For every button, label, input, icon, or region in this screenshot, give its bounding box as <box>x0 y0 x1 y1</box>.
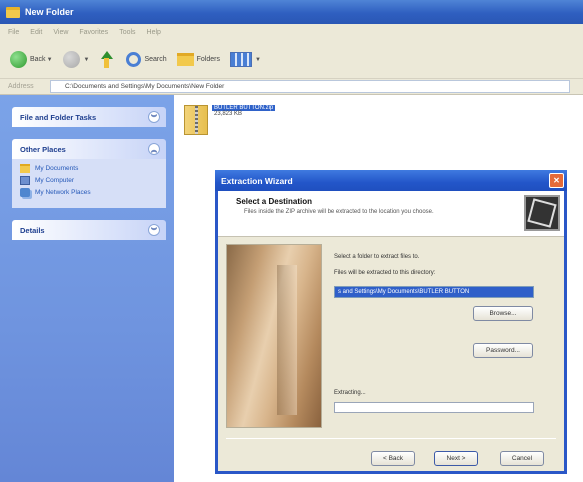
menu-help[interactable]: Help <box>147 29 161 36</box>
extraction-progress-bar <box>334 402 534 413</box>
up-button[interactable] <box>99 50 116 69</box>
folder-icon <box>6 6 20 18</box>
explorer-window: New Folder File Edit View Favorites Tool… <box>0 0 583 482</box>
place-label: My Network Places <box>35 189 91 196</box>
chevron-down-icon[interactable]: ▼ <box>84 57 90 63</box>
chevron-down-icon[interactable]: ▼ <box>255 57 261 63</box>
address-input[interactable]: C:\Documents and Settings\My Documents\N… <box>50 80 570 93</box>
place-label: My Documents <box>35 165 79 172</box>
back-label: Back <box>30 56 46 63</box>
views-icon <box>230 52 252 67</box>
browse-button[interactable]: Browse... <box>473 306 533 321</box>
password-button[interactable]: Password... <box>473 343 533 358</box>
details-panel: Details ︾ <box>12 220 166 240</box>
folders-label: Folders <box>196 56 220 63</box>
wizard-heading: Select a Destination <box>236 197 313 206</box>
file-item-text: BUTLER BUTTON.zip 23,823 KB <box>212 105 276 117</box>
search-button[interactable]: Search <box>126 52 167 67</box>
destination-input[interactable]: s and Settings\My Documents\BUTLER BUTTO… <box>334 286 534 298</box>
address-bar: Address C:\Documents and Settings\My Doc… <box>0 79 583 95</box>
close-button[interactable]: ✕ <box>549 173 564 188</box>
toolbar: Back ▼ ▼ Search Folders ▼ <box>0 41 583 79</box>
back-wizard-button[interactable]: < Back <box>371 451 415 466</box>
zip-wizard-icon <box>524 195 560 231</box>
forward-button[interactable]: ▼ <box>62 51 90 68</box>
dialog-divider <box>226 438 556 439</box>
expand-chevron-icon[interactable]: ︾ <box>148 224 160 236</box>
menu-bar: File Edit View Favorites Tools Help <box>0 24 583 41</box>
panel-title: File and Folder Tasks <box>20 112 97 122</box>
panel-header-details[interactable]: Details ︾ <box>12 220 166 240</box>
collapse-chevron-icon[interactable]: ︽ <box>148 143 160 155</box>
wizard-description: Files inside the ZIP archive will be ext… <box>244 209 434 215</box>
menu-view[interactable]: View <box>53 29 68 36</box>
network-icon <box>20 188 30 197</box>
computer-icon <box>20 176 30 185</box>
extract-directory-label: Files will be extracted to this director… <box>334 270 436 276</box>
wizard-header: Select a Destination Files inside the ZI… <box>218 191 564 237</box>
select-folder-label: Select a folder to extract files to. <box>334 254 420 260</box>
menu-edit[interactable]: Edit <box>30 29 42 36</box>
search-icon <box>126 52 142 67</box>
place-my-network-places[interactable]: My Network Places <box>20 188 158 197</box>
next-button[interactable]: Next > <box>434 451 478 466</box>
menu-favorites[interactable]: Favorites <box>79 29 108 36</box>
menu-file[interactable]: File <box>8 29 19 36</box>
other-places-list: My Documents My Computer My Network Plac… <box>12 159 166 208</box>
folder-up-icon <box>99 50 114 69</box>
search-label: Search <box>144 56 167 63</box>
folders-button[interactable]: Folders <box>176 53 220 66</box>
cancel-button[interactable]: Cancel <box>500 451 544 466</box>
forward-arrow-icon <box>62 51 80 68</box>
expand-chevron-icon[interactable]: ︾ <box>148 111 160 123</box>
views-button[interactable]: ▼ <box>230 52 261 67</box>
chevron-down-icon[interactable]: ▼ <box>47 57 53 63</box>
menu-tools[interactable]: Tools <box>119 29 135 36</box>
dialog-title: Extraction Wizard <box>221 175 293 186</box>
folders-icon <box>176 53 194 66</box>
dialog-titlebar[interactable]: Extraction Wizard ✕ <box>215 170 567 191</box>
place-label: My Computer <box>35 177 75 184</box>
extracting-label: Extracting... <box>334 390 366 396</box>
wizard-side-image <box>226 244 322 428</box>
place-my-computer[interactable]: My Computer <box>20 176 158 185</box>
back-arrow-icon <box>10 51 27 68</box>
documents-folder-icon <box>20 164 30 173</box>
address-label: Address <box>8 83 34 90</box>
panel-header-file-tasks[interactable]: File and Folder Tasks ︾ <box>12 107 166 127</box>
panel-title: Other Places <box>20 144 66 154</box>
other-places-panel: Other Places ︽ My Documents My Computer … <box>12 139 166 208</box>
panel-header-other-places[interactable]: Other Places ︽ <box>12 139 166 159</box>
extraction-wizard-dialog: Extraction Wizard ✕ Select a Destination… <box>215 170 567 474</box>
panel-title: Details <box>20 225 45 235</box>
window-titlebar[interactable]: New Folder <box>0 0 583 24</box>
task-pane: File and Folder Tasks ︾ Other Places ︽ M… <box>0 95 174 482</box>
zip-file-icon <box>184 105 208 135</box>
file-folder-tasks-panel: File and Folder Tasks ︾ <box>12 107 166 127</box>
back-button[interactable]: Back ▼ <box>10 51 53 68</box>
file-size: 23,823 KB <box>214 111 243 117</box>
file-item-zip[interactable]: BUTLER BUTTON.zip 23,823 KB <box>184 105 276 135</box>
window-title: New Folder <box>25 7 74 17</box>
place-my-documents[interactable]: My Documents <box>20 164 158 173</box>
